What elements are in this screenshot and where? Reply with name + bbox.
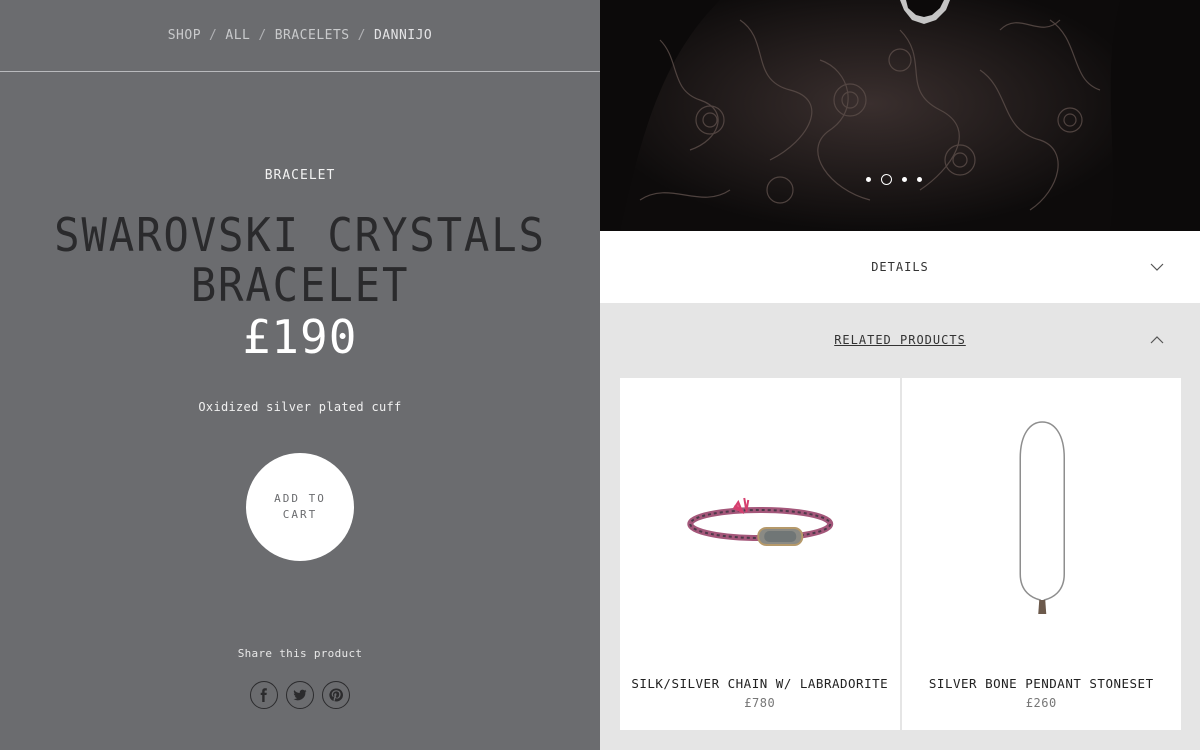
- breadcrumb-separator: /: [357, 28, 366, 43]
- add-to-cart-button[interactable]: ADD TO CART: [246, 453, 354, 561]
- product-info-panel: SHOP / ALL / BRACELETS / DANNIJO BRACELE…: [0, 0, 600, 750]
- breadcrumb: SHOP / ALL / BRACELETS / DANNIJO: [0, 0, 600, 72]
- pendant-product-image: [901, 378, 1181, 658]
- carousel-dot[interactable]: [866, 177, 871, 182]
- related-product-name: SILVER BONE PENDANT STONESET: [928, 676, 1154, 691]
- breadcrumb-separator: /: [258, 28, 267, 43]
- product-description: Oxidized silver plated cuff: [198, 400, 402, 414]
- product-category: BRACELET: [264, 168, 336, 183]
- social-share-links: [0, 681, 600, 709]
- breadcrumb-separator: /: [209, 28, 218, 43]
- carousel-dot[interactable]: [917, 177, 922, 182]
- pinterest-icon[interactable]: [322, 681, 350, 709]
- product-title: SWAROVSKI CRYSTALS BRACELET: [54, 208, 546, 312]
- carousel-dot[interactable]: [902, 177, 907, 182]
- product-hero-image: [600, 0, 1200, 231]
- related-products-accordion-header[interactable]: RELATED PRODUCTS: [600, 303, 1200, 377]
- share-label: Share this product: [237, 647, 363, 660]
- carousel-dot-active[interactable]: [881, 174, 892, 185]
- media-panel: DETAILS RELATED PRODUCTS SILK/SILVER CHA…: [600, 0, 1200, 750]
- related-product-card[interactable]: SILK/SILVER CHAIN W/ LABRADORITE £780: [620, 378, 900, 730]
- chevron-down-icon: [1150, 263, 1164, 271]
- twitter-icon[interactable]: [286, 681, 314, 709]
- facebook-icon[interactable]: [250, 681, 278, 709]
- related-product-card[interactable]: SILVER BONE PENDANT STONESET £260: [901, 378, 1181, 730]
- bracelet-product-image: [620, 378, 900, 658]
- related-products-label[interactable]: RELATED PRODUCTS: [834, 333, 966, 347]
- breadcrumb-dannijo[interactable]: DANNIJO: [374, 28, 432, 43]
- product-price: £190: [242, 310, 358, 364]
- details-accordion-header[interactable]: DETAILS: [600, 231, 1200, 303]
- details-label: DETAILS: [871, 260, 929, 274]
- related-product-price: £780: [744, 696, 776, 710]
- related-product-price: £260: [1025, 696, 1057, 710]
- breadcrumb-bracelets[interactable]: BRACELETS: [275, 28, 350, 43]
- chevron-up-icon: [1150, 336, 1164, 344]
- related-products-list: SILK/SILVER CHAIN W/ LABRADORITE £780 SI…: [620, 378, 1181, 730]
- product-image-carousel[interactable]: [600, 0, 1200, 231]
- breadcrumb-all[interactable]: ALL: [225, 28, 250, 43]
- carousel-pagination: [866, 174, 922, 185]
- breadcrumb-shop[interactable]: SHOP: [168, 28, 201, 43]
- related-product-name: SILK/SILVER CHAIN W/ LABRADORITE: [631, 676, 889, 691]
